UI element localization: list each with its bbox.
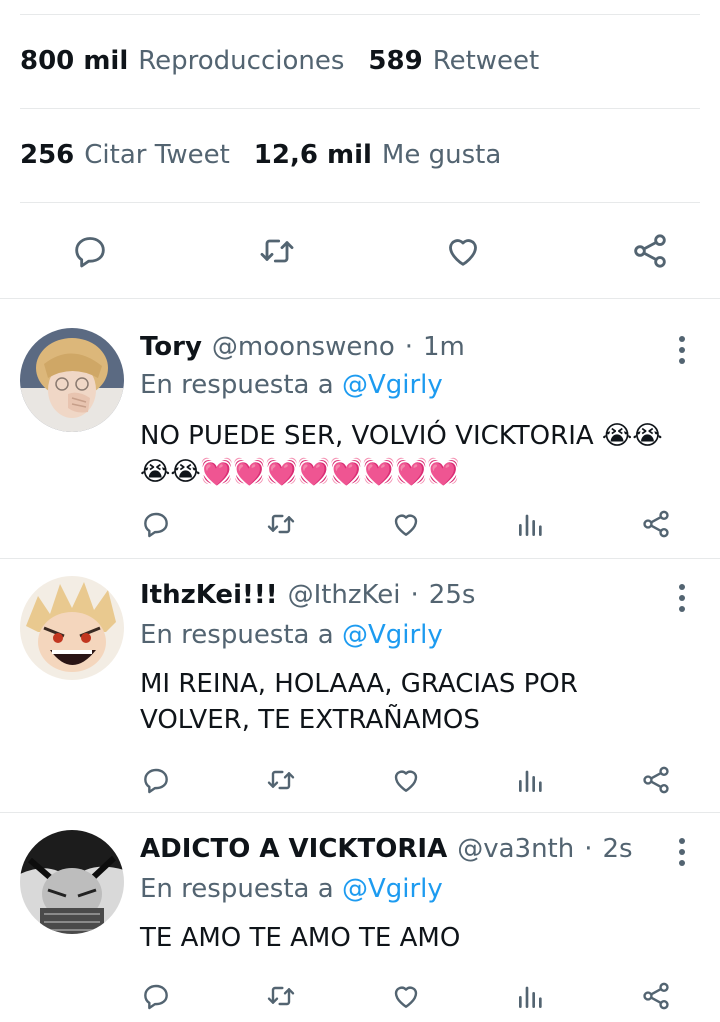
reply-text: NO PUEDE SER, VOLVIÓ VICKTORIA 😭😭😭😭💓💓💓💓💓…	[140, 421, 663, 487]
share-icon[interactable]	[636, 504, 676, 544]
quote-stat[interactable]: 256 Citar Tweet	[20, 140, 230, 170]
in-reply-prefix: En respuesta a	[140, 874, 342, 904]
more-options-icon[interactable]	[678, 838, 686, 866]
share-icon[interactable]	[636, 760, 676, 800]
views-label: Reproducciones	[138, 46, 345, 76]
in-reply-prefix: En respuesta a	[140, 620, 342, 650]
separator: ·	[404, 332, 413, 362]
stats-row-views: 800 mil Reproducciones 589 Retweet	[20, 46, 700, 76]
likes-label: Me gusta	[381, 140, 502, 170]
retweet-stat[interactable]: 589 Retweet	[368, 46, 539, 76]
reply-tweet[interactable]: ADICTO A VICKTORIA @va3nth · 2s En respu…	[0, 812, 720, 1022]
retweet-count: 589	[368, 46, 423, 76]
in-reply-to: En respuesta a @Vgirly	[140, 874, 443, 904]
more-options-icon[interactable]	[678, 584, 686, 612]
likes-stat[interactable]: 12,6 mil Me gusta	[254, 140, 501, 170]
in-reply-to: En respuesta a @Vgirly	[140, 370, 443, 400]
stats-row-quotes: 256 Citar Tweet 12,6 mil Me gusta	[20, 140, 700, 170]
reply-icon[interactable]	[136, 760, 176, 800]
reply-text: TE AMO TE AMO TE AMO	[140, 923, 461, 953]
likes-count: 12,6 mil	[253, 140, 372, 170]
share-icon[interactable]	[636, 976, 676, 1016]
timestamp[interactable]: 25s	[429, 580, 476, 610]
timestamp[interactable]: 2s	[602, 834, 632, 864]
reply-icon[interactable]	[68, 229, 112, 273]
like-icon[interactable]	[386, 976, 426, 1016]
quote-label: Citar Tweet	[84, 140, 230, 170]
retweet-icon[interactable]	[255, 229, 299, 273]
timestamp[interactable]: 1m	[423, 332, 465, 362]
reply-icon[interactable]	[136, 976, 176, 1016]
reply-tweet[interactable]: Tory @moonsweno · 1m En respuesta a @Vgi…	[0, 298, 720, 558]
avatar[interactable]	[20, 328, 124, 432]
views-icon[interactable]	[511, 760, 551, 800]
separator: ·	[584, 834, 593, 864]
divider	[20, 108, 700, 109]
divider	[20, 14, 700, 15]
reply-icon[interactable]	[136, 504, 176, 544]
like-icon[interactable]	[386, 760, 426, 800]
views-stat[interactable]: 800 mil Reproducciones	[20, 46, 344, 76]
reply-action-bar	[136, 976, 676, 1016]
retweet-icon[interactable]	[261, 976, 301, 1016]
in-reply-to: En respuesta a @Vgirly	[140, 620, 443, 650]
retweet-icon[interactable]	[261, 504, 301, 544]
mention-link[interactable]: @Vgirly	[342, 874, 443, 904]
views-count: 800 mil	[20, 46, 129, 76]
reply-header: ADICTO A VICKTORIA @va3nth · 2s	[140, 834, 670, 864]
separator: ·	[410, 580, 419, 610]
reply-tweet[interactable]: IthzKei!!! @IthzKei · 25s En respuesta a…	[0, 558, 720, 812]
quote-count: 256	[20, 140, 75, 170]
reply-action-bar	[136, 760, 676, 800]
reply-header: Tory @moonsweno · 1m	[140, 332, 670, 362]
mention-link[interactable]: @Vgirly	[342, 620, 443, 650]
avatar[interactable]	[20, 576, 124, 680]
username[interactable]: @moonsweno	[212, 332, 395, 362]
like-icon[interactable]	[386, 504, 426, 544]
in-reply-prefix: En respuesta a	[140, 370, 342, 400]
views-icon[interactable]	[511, 976, 551, 1016]
retweet-icon[interactable]	[261, 760, 301, 800]
retweet-label: Retweet	[432, 46, 540, 76]
more-options-icon[interactable]	[678, 336, 686, 364]
tweet-action-bar	[0, 229, 720, 273]
username[interactable]: @IthzKei	[288, 580, 401, 610]
reply-action-bar	[136, 504, 676, 544]
views-icon[interactable]	[511, 504, 551, 544]
avatar[interactable]	[20, 830, 124, 934]
like-icon[interactable]	[441, 229, 485, 273]
share-icon[interactable]	[628, 229, 672, 273]
display-name[interactable]: ADICTO A VICKTORIA	[140, 834, 447, 864]
display-name[interactable]: Tory	[140, 332, 202, 362]
display-name[interactable]: IthzKei!!!	[140, 580, 278, 610]
divider	[20, 202, 700, 203]
username[interactable]: @va3nth	[457, 834, 574, 864]
reply-header: IthzKei!!! @IthzKei · 25s	[140, 580, 670, 610]
mention-link[interactable]: @Vgirly	[342, 370, 443, 400]
reply-text: MI REINA, HOLAAA, GRACIAS POR VOLVER, TE…	[140, 669, 578, 735]
